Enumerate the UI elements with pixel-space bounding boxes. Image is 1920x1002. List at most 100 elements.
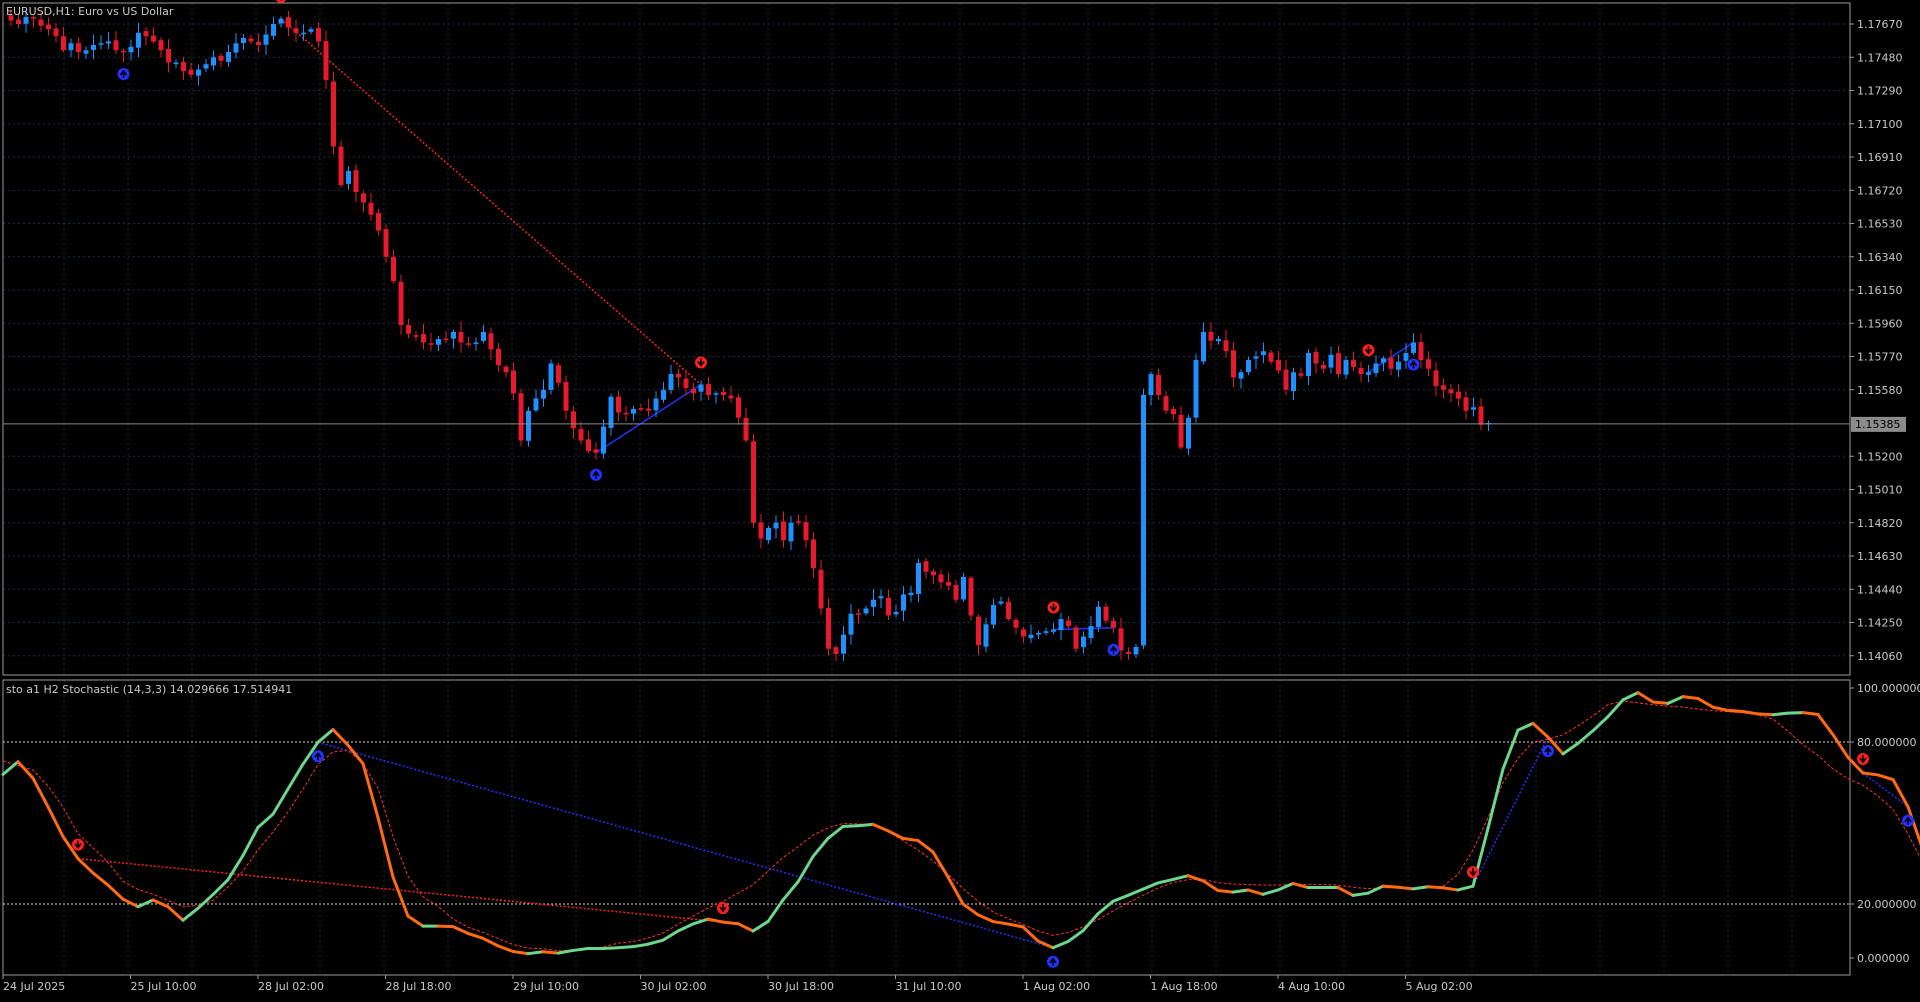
candle-body: [1351, 360, 1356, 367]
bullish-divergence-arrow-icon: [1047, 955, 1059, 968]
candle-body: [706, 384, 711, 395]
candle-body: [323, 41, 329, 80]
candle-body: [98, 43, 104, 45]
candle-body: [76, 43, 81, 52]
candle-body: [368, 202, 374, 215]
bullish-divergence-arrow-icon: [117, 68, 130, 80]
time-tick-label: 30 Jul 18:00: [768, 980, 834, 993]
stoch-main-segment: [1801, 711, 1820, 716]
stoch-main-segment: [1231, 888, 1250, 894]
candle-body: [1328, 354, 1334, 368]
candle-body: [1223, 340, 1229, 352]
candle-body: [848, 613, 854, 635]
candle-body: [1006, 601, 1011, 619]
stoch-main-segment: [526, 950, 545, 956]
candle-body: [1403, 353, 1409, 361]
candle-body: [1156, 374, 1161, 395]
time-tick-label: 5 Aug 02:00: [1406, 980, 1473, 993]
candle-body: [1201, 332, 1206, 362]
candle-body: [211, 57, 216, 66]
candle-body: [773, 522, 779, 529]
candle-body: [1253, 356, 1259, 359]
candle-body: [188, 69, 194, 75]
candle-body: [241, 38, 246, 44]
price-tick-label: 1.16530: [1857, 218, 1903, 231]
candle-body: [541, 389, 546, 399]
candle-body: [826, 607, 831, 649]
candle-body: [458, 331, 464, 343]
candle-body: [1171, 409, 1176, 415]
stoch-main-segment: [1681, 695, 1700, 701]
bearish-divergence-arrow-icon: [1047, 601, 1060, 614]
price-tick-label: 1.17290: [1857, 85, 1903, 98]
candle-body: [646, 408, 651, 411]
candle-body: [46, 24, 51, 30]
candle-body: [1381, 358, 1386, 363]
time-tick-label: 25 Jul 10:00: [131, 980, 197, 993]
stoch-main-segment: [436, 924, 455, 929]
candle-body: [286, 17, 291, 28]
candle-body: [511, 370, 516, 394]
stoch-main-segment: [1756, 712, 1775, 717]
bearish-divergence-arrow-icon: [1467, 866, 1479, 879]
stoch-main-segment: [541, 950, 560, 955]
candle-body: [743, 417, 749, 441]
bearish-divergence-arrow-icon: [695, 356, 707, 369]
candle-body: [616, 396, 621, 413]
candle-body: [1133, 647, 1139, 655]
candle-body: [406, 325, 411, 334]
candle-body: [1418, 342, 1424, 360]
candle-body: [788, 522, 794, 542]
current-price-tag: 1.15385: [1851, 416, 1906, 432]
stoch-main-segment: [1651, 700, 1670, 705]
candle-body: [1291, 372, 1296, 392]
candle-body: [931, 571, 936, 576]
candle-body: [436, 339, 441, 345]
time-tick-label: 28 Jul 02:00: [258, 980, 324, 993]
candle-body: [796, 521, 801, 523]
candle-body: [1336, 353, 1341, 374]
candle-body: [563, 381, 569, 411]
candle-body: [1456, 391, 1461, 399]
candle-body: [856, 613, 861, 615]
candle-body: [661, 389, 666, 400]
price-tick-label: 1.16720: [1857, 184, 1903, 197]
candle-body: [421, 334, 426, 343]
candle-body: [758, 522, 764, 539]
candle-body: [983, 624, 989, 647]
bullish-divergence-arrow-icon: [1107, 643, 1120, 656]
candle-body: [571, 411, 576, 429]
chart-svg[interactable]: EURUSD,H1: Euro vs US Dollar sto a1 H2 S…: [0, 0, 1920, 998]
candle-body: [1051, 629, 1056, 632]
candle-body: [1186, 417, 1191, 449]
candle-body: [1036, 633, 1041, 635]
price-tick-label: 1.15010: [1857, 484, 1903, 497]
candle-body: [1313, 351, 1319, 364]
stoch-main-segment: [616, 945, 635, 950]
price-tick-label: 1.15770: [1857, 351, 1903, 364]
candle-body: [488, 333, 494, 350]
price-tick-label: 1.17480: [1857, 51, 1903, 64]
candle-body: [338, 146, 344, 185]
bullish-divergence-arrow-icon: [1902, 814, 1914, 827]
candle-body: [1396, 361, 1401, 370]
price-tick-label: 1.16910: [1857, 151, 1903, 164]
candle-body: [398, 281, 404, 325]
candle-body: [203, 64, 209, 69]
candle-body: [383, 229, 389, 257]
candle-body: [1358, 367, 1364, 374]
candle-body: [608, 396, 614, 428]
candle-body: [946, 581, 951, 586]
candle-body: [226, 52, 231, 62]
trading-chart[interactable]: EURUSD,H1: Euro vs US Dollar sto a1 H2 S…: [0, 0, 1920, 998]
stoch-main-segment: [1351, 891, 1370, 897]
candle-body: [316, 28, 321, 42]
bearish-divergence-arrow-icon: [72, 838, 84, 851]
candle-body: [1148, 374, 1154, 396]
candle-body: [83, 50, 89, 54]
stoch-main-segment: [901, 836, 920, 843]
candle-body: [1141, 395, 1146, 646]
candle-body: [976, 616, 981, 646]
candle-body: [143, 31, 149, 37]
stoch-tick-label: 80.000000: [1857, 736, 1917, 749]
